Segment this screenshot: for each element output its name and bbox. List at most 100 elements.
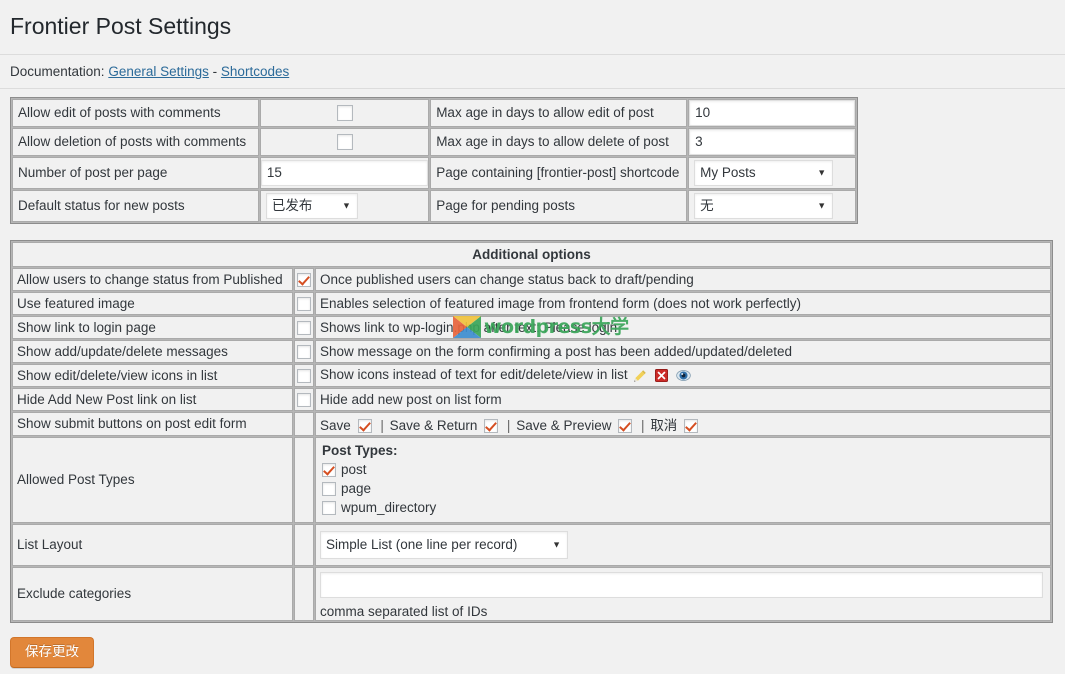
cell-checkbox-show-messages — [294, 339, 314, 363]
table-row: Use featured image Enables selection of … — [12, 291, 1051, 315]
cell-max-age-edit-input — [688, 98, 856, 127]
general-settings-section: Allow edit of posts with comments Max ag… — [0, 89, 1065, 224]
post-type-label-page: page — [341, 480, 372, 496]
checkbox-post-type-page[interactable] — [322, 482, 336, 497]
checkbox-show-login-link[interactable] — [297, 321, 311, 336]
row-label-default-status: Default status for new posts — [12, 189, 259, 222]
cell-posts-per-page-input — [259, 156, 430, 189]
footer-actions: 保存更改 — [0, 623, 1065, 669]
link-general-settings[interactable]: General Settings — [108, 64, 209, 79]
post-type-item-post: post — [322, 460, 1046, 479]
cell-empty-exclude-categories — [294, 566, 314, 621]
input-exclude-categories[interactable] — [320, 571, 1043, 598]
pencil-icon — [634, 370, 647, 382]
cell-shortcode-page-select: My Posts ▼ — [688, 156, 856, 189]
select-default-status[interactable]: 已发布 — [265, 192, 358, 219]
cell-default-status-select: 已发布 ▼ — [259, 189, 430, 222]
table-row: Default status for new posts 已发布 ▼ Page … — [12, 189, 856, 222]
post-types-title: Post Types: — [322, 442, 398, 458]
table-row: Exclude categories comma separated list … — [12, 566, 1051, 621]
save-changes-button[interactable]: 保存更改 — [10, 636, 94, 669]
exclude-categories-wrapper: comma separated list of IDs — [320, 569, 1046, 619]
cell-max-age-delete-input — [688, 127, 856, 156]
option-description-show-messages: Show message on the form confirming a po… — [315, 339, 1051, 363]
checkbox-post-type-post[interactable] — [322, 463, 336, 478]
select-pending-page[interactable]: 无 — [694, 192, 834, 219]
checkbox-allow-edit-with-comments[interactable] — [336, 105, 353, 122]
row-label-allow-deletion-with-comments: Allow deletion of posts with comments — [12, 127, 259, 156]
option-label-show-action-icons: Show edit/delete/view icons in list — [12, 363, 293, 387]
option-description-text: Show icons instead of text for edit/dele… — [320, 367, 628, 383]
cell-allow-deletion-checkbox — [259, 127, 430, 156]
cell-list-layout-select: Simple List (one line per record) ▼ — [315, 523, 1051, 566]
checkbox-post-type-wpum-directory[interactable] — [322, 501, 336, 516]
option-description-use-featured-image: Enables selection of featured image from… — [315, 291, 1051, 315]
checkbox-show-action-icons[interactable] — [297, 369, 311, 384]
option-label-hide-add-new: Hide Add New Post link on list — [12, 387, 293, 411]
table-row: Allowed Post Types Post Types: post page — [12, 436, 1051, 523]
select-wrapper-default-status: 已发布 ▼ — [265, 192, 358, 219]
checkbox-submit-save-preview[interactable] — [618, 419, 633, 434]
cell-checkbox-hide-add-new — [294, 387, 314, 411]
input-posts-per-page[interactable] — [260, 159, 429, 186]
cell-empty-submit-buttons — [294, 411, 314, 436]
additional-options-section: Additional options Allow users to change… — [0, 224, 1065, 623]
select-wrapper-list-layout: Simple List (one line per record) ▼ — [320, 530, 568, 559]
documentation-separator: - — [212, 63, 218, 79]
option-description-allow-change-status: Once published users can change status b… — [315, 267, 1051, 291]
row-label-shortcode-page: Page containing [frontier-post] shortcod… — [430, 156, 688, 189]
cell-checkbox-use-featured-image — [294, 291, 314, 315]
table-row: Number of post per page Page containing … — [12, 156, 856, 189]
submit-buttons-group: Save | Save & Return | Save & Preview | … — [315, 411, 1051, 436]
checkbox-hide-add-new[interactable] — [297, 393, 311, 408]
checkbox-submit-save-return[interactable] — [484, 419, 499, 434]
table-header-row: Additional options — [12, 241, 1051, 267]
table-row: Hide Add New Post link on list Hide add … — [12, 387, 1051, 411]
allowed-post-types-group: Post Types: post page wpum_directory — [315, 436, 1051, 523]
link-shortcodes[interactable]: Shortcodes — [221, 64, 289, 79]
additional-options-header: Additional options — [12, 241, 1051, 267]
settings-page: Frontier Post Settings Documentation: Ge… — [0, 0, 1065, 674]
checkbox-submit-save[interactable] — [357, 419, 372, 434]
row-label-pending-page: Page for pending posts — [430, 189, 688, 222]
option-label-use-featured-image: Use featured image — [12, 291, 293, 315]
select-wrapper-pending-page: 无 ▼ — [694, 192, 834, 219]
cell-pending-page-select: 无 ▼ — [688, 189, 856, 222]
cell-empty-list-layout — [294, 523, 314, 566]
submit-button-label-cancel: 取消 — [650, 417, 678, 433]
select-wrapper-shortcode-page: My Posts ▼ — [694, 159, 834, 186]
row-label-max-age-edit: Max age in days to allow edit of post — [430, 98, 688, 127]
table-row: Show edit/delete/view icons in list Show… — [12, 363, 1051, 387]
option-label-show-login-link: Show link to login page — [12, 315, 293, 339]
table-row: Show link to login page Shows link to wp… — [12, 315, 1051, 339]
table-row: Allow users to change status from Publis… — [12, 267, 1051, 291]
option-label-allowed-post-types: Allowed Post Types — [12, 436, 293, 523]
option-description-show-action-icons: Show icons instead of text for edit/dele… — [315, 363, 1051, 387]
option-description-show-login-link: Shows link to wp-login.php after text: P… — [315, 315, 1051, 339]
input-max-age-delete[interactable] — [689, 128, 855, 155]
row-label-allow-edit-with-comments: Allow edit of posts with comments — [12, 98, 259, 127]
post-types-list: Post Types: post page wpum_directory — [320, 439, 1046, 521]
select-list-layout[interactable]: Simple List (one line per record) — [320, 530, 568, 559]
exclude-categories-hint: comma separated list of IDs — [320, 603, 488, 619]
separator: | — [641, 417, 645, 433]
input-max-age-edit[interactable] — [689, 99, 855, 126]
documentation-bar: Documentation: General Settings - Shortc… — [0, 55, 1065, 89]
checkbox-show-messages[interactable] — [297, 345, 311, 360]
checkbox-allow-deletion-with-comments[interactable] — [336, 134, 353, 151]
checkbox-allow-change-status[interactable] — [297, 273, 311, 288]
submit-button-label-save-return: Save & Return — [389, 417, 478, 433]
checkbox-submit-cancel[interactable] — [684, 419, 699, 434]
table-row: Show add/update/delete messages Show mes… — [12, 339, 1051, 363]
documentation-label: Documentation: — [10, 63, 105, 79]
delete-icon — [655, 369, 669, 383]
separator: | — [506, 417, 511, 433]
select-shortcode-page[interactable]: My Posts — [694, 159, 834, 186]
option-label-list-layout: List Layout — [12, 523, 293, 566]
option-label-show-messages: Show add/update/delete messages — [12, 339, 293, 363]
cell-checkbox-show-action-icons — [294, 363, 314, 387]
option-label-exclude-categories: Exclude categories — [12, 566, 293, 621]
additional-options-table: Additional options Allow users to change… — [10, 239, 1053, 623]
row-label-max-age-delete: Max age in days to allow delete of post — [430, 127, 688, 156]
checkbox-use-featured-image[interactable] — [297, 297, 311, 312]
